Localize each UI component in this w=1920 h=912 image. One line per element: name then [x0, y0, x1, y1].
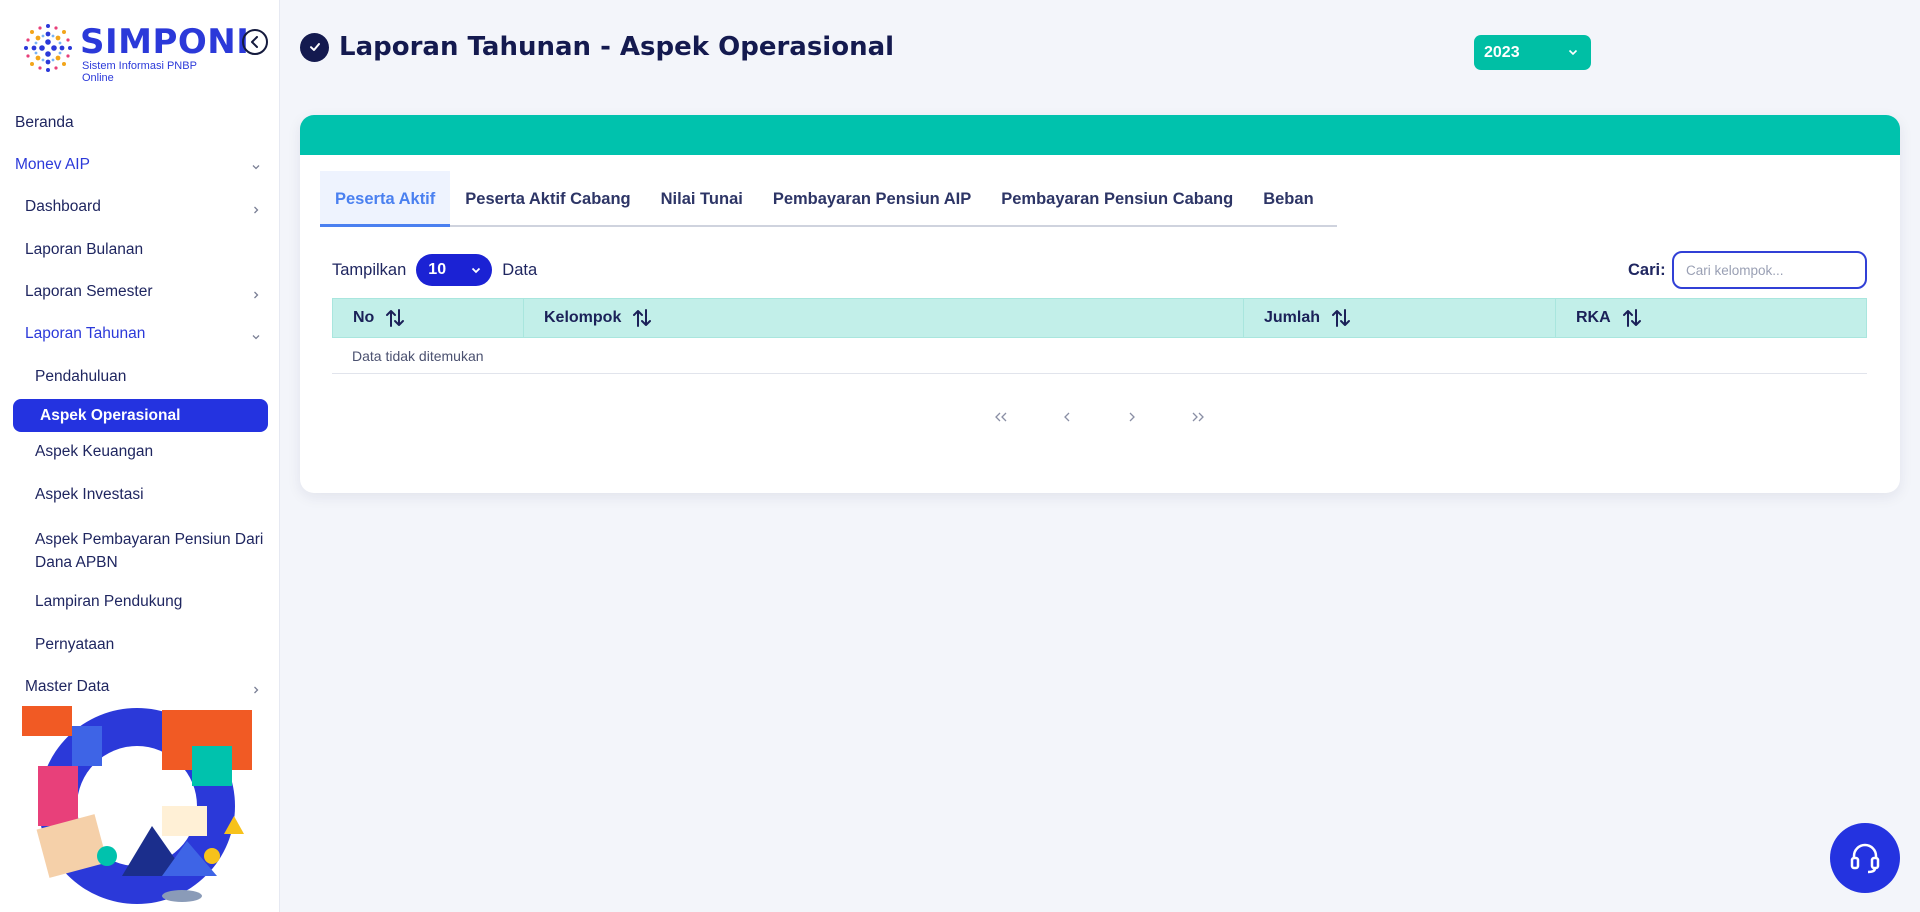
sort-arrows-icon: [633, 309, 652, 327]
sort-arrows-icon: [386, 309, 405, 327]
sidebar-item-aspek-keuangan[interactable]: Aspek Keuangan: [35, 443, 153, 461]
tab-peserta-aktif-cabang[interactable]: Peserta Aktif Cabang: [450, 171, 645, 227]
sidebar-item-monev-aip[interactable]: Monev AIP: [15, 156, 273, 174]
data-table: No Kelompok Jumlah RKA Data tidak ditemu…: [332, 298, 1867, 374]
sidebar-item-lampiran-pendukung[interactable]: Lampiran Pendukung: [35, 593, 182, 611]
sidebar-item-laporan-tahunan[interactable]: Laporan Tahunan: [25, 325, 273, 343]
sidebar-item-aspek-pembayaran-pensiun[interactable]: Aspek Pembayaran Pensiun Dari Dana APBN: [35, 528, 270, 574]
column-header-rka[interactable]: RKA: [1556, 299, 1866, 337]
double-chevron-left-icon: [995, 412, 1007, 422]
sidebar-item-pendahuluan[interactable]: Pendahuluan: [35, 368, 126, 386]
table-header: No Kelompok Jumlah RKA: [332, 298, 1867, 338]
column-header-kelompok[interactable]: Kelompok: [524, 299, 1244, 337]
empty-table-message: Data tidak ditemukan: [332, 338, 1867, 374]
sidebar-item-label: Laporan Tahunan: [25, 325, 146, 342]
brand-subtitle: Sistem Informasi PNBP Online: [82, 60, 197, 84]
chevron-right-icon: [1129, 412, 1135, 422]
page-size-value: 10: [428, 261, 447, 278]
sidebar-item-laporan-semester[interactable]: Laporan Semester: [25, 283, 273, 301]
chevron-down-icon: [472, 267, 481, 274]
sidebar-collapse-button[interactable]: [242, 29, 268, 55]
sidebar-item-aspek-operasional[interactable]: Aspek Operasional: [13, 399, 268, 432]
chevron-left-icon: [251, 36, 258, 48]
tab-nilai-tunai[interactable]: Nilai Tunai: [646, 171, 758, 227]
check-circle-icon: [300, 32, 329, 62]
chevron-left-icon: [1064, 412, 1070, 422]
card-header-bar: [300, 115, 1900, 155]
chevron-down-icon: [252, 165, 260, 170]
sidebar-item-aspek-investasi[interactable]: Aspek Investasi: [35, 486, 144, 504]
search-input[interactable]: [1672, 251, 1867, 289]
sidebar-illustration: [22, 706, 252, 904]
column-header-no[interactable]: No: [333, 299, 524, 337]
chevron-right-icon: [254, 291, 259, 299]
sidebar-item-beranda[interactable]: Beranda: [15, 114, 74, 132]
simponi-logo[interactable]: SIMPONI Sistem Informasi PNBP Online: [18, 18, 249, 84]
first-page-button[interactable]: [989, 405, 1013, 429]
sidebar-item-label: Master Data: [25, 678, 110, 695]
last-page-button[interactable]: [1186, 405, 1210, 429]
sort-arrows-icon: [1332, 309, 1351, 327]
chevron-down-icon: [1568, 49, 1578, 56]
year-select[interactable]: 2023: [1474, 35, 1591, 70]
sidebar-item-label: Laporan Semester: [25, 283, 153, 300]
next-page-button[interactable]: [1120, 405, 1144, 429]
double-chevron-right-icon: [1192, 412, 1204, 422]
help-button[interactable]: [1830, 823, 1900, 893]
headset-icon: [1850, 843, 1880, 874]
sidebar-item-master-data[interactable]: Master Data: [25, 678, 273, 696]
tab-bar: Peserta Aktif Peserta Aktif Cabang Nilai…: [320, 171, 1337, 227]
page-size-control: Tampilkan 10 Data: [332, 254, 537, 286]
brand-title: SIMPONI: [80, 22, 250, 62]
column-header-jumlah[interactable]: Jumlah: [1244, 299, 1556, 337]
tab-pembayaran-pensiun-cabang[interactable]: Pembayaran Pensiun Cabang: [986, 171, 1248, 227]
sidebar-item-laporan-bulanan[interactable]: Laporan Bulanan: [25, 241, 143, 259]
sidebar-item-pernyataan[interactable]: Pernyataan: [35, 636, 114, 654]
tab-peserta-aktif[interactable]: Peserta Aktif: [320, 171, 451, 227]
chevron-right-icon: [254, 686, 259, 694]
sidebar: SIMPONI Sistem Informasi PNBP Online Ber…: [0, 0, 280, 912]
chevron-down-icon: [252, 335, 260, 340]
sidebar-item-label: Dashboard: [25, 198, 101, 215]
tab-beban[interactable]: Beban: [1248, 171, 1328, 227]
sidebar-item-dashboard[interactable]: Dashboard: [25, 198, 273, 216]
pagination: [300, 405, 1900, 435]
data-label: Data: [502, 260, 538, 279]
sort-arrows-icon: [1622, 309, 1641, 327]
page-header: Laporan Tahunan - Aspek Operasional: [300, 30, 894, 64]
report-card: Peserta Aktif Peserta Aktif Cabang Nilai…: [300, 115, 1900, 493]
show-label: Tampilkan: [332, 260, 407, 279]
tab-pembayaran-pensiun-aip[interactable]: Pembayaran Pensiun AIP: [758, 171, 986, 227]
sidebar-item-label: Monev AIP: [15, 156, 90, 173]
page-size-select[interactable]: 10: [416, 254, 493, 286]
search-label: Cari:: [1628, 261, 1666, 279]
page-title: Laporan Tahunan - Aspek Operasional: [339, 32, 895, 62]
chevron-right-icon: [254, 206, 259, 214]
year-select-value: 2023: [1484, 44, 1520, 61]
logo-mark-icon: [24, 24, 72, 72]
prev-page-button[interactable]: [1055, 405, 1079, 429]
